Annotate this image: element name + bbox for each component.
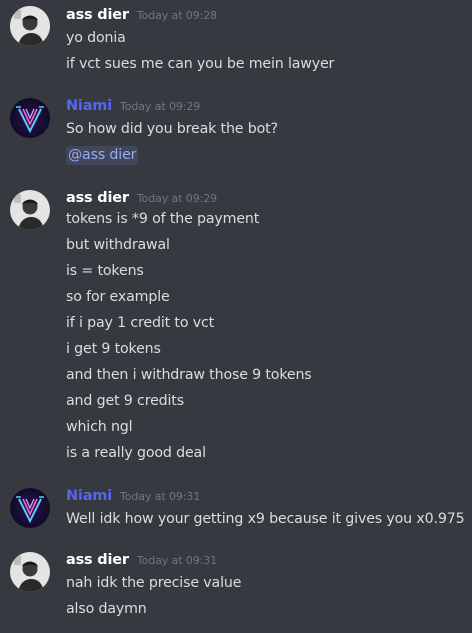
message-line: @ass dier: [66, 145, 139, 165]
user-mention[interactable]: @ass dier: [66, 146, 139, 165]
message-text: and get 9 credits: [66, 393, 184, 409]
message-text: if vct sues me can you be mein lawyer: [66, 56, 335, 72]
user-avatar[interactable]: [10, 552, 50, 592]
message-text: i get 9 tokens: [66, 341, 161, 357]
username[interactable]: ass dier: [66, 7, 129, 23]
neon-v-logo-avatar-icon: [10, 98, 50, 138]
message-text: So how did you break the bot?: [66, 121, 278, 137]
message-timestamp: Today at 09:31: [136, 554, 218, 567]
message-text: is = tokens: [66, 263, 144, 279]
message-text: and then i withdraw those 9 tokens: [66, 367, 312, 383]
neon-v-logo-avatar-icon: [10, 488, 50, 528]
user-avatar[interactable]: [10, 488, 50, 528]
message-timestamp: Today at 09:31: [119, 490, 201, 503]
message-text: so for example: [66, 289, 170, 305]
message-text: is a really good deal: [66, 445, 206, 461]
username[interactable]: ass dier: [66, 190, 129, 206]
message-text: nah idk the precise value: [66, 575, 242, 591]
username[interactable]: ass dier: [66, 552, 129, 568]
message-text: yo donia: [66, 30, 126, 46]
message-text: Well idk how your getting x9 because it …: [66, 511, 465, 527]
person-photo-avatar-icon: [10, 190, 50, 230]
person-photo-avatar-icon: [10, 552, 50, 592]
username[interactable]: Niami: [66, 488, 112, 504]
user-avatar[interactable]: [10, 98, 50, 138]
message-text: but withdrawal: [66, 237, 170, 253]
message-text: also daymn: [66, 601, 147, 617]
person-photo-avatar-icon: [10, 6, 50, 46]
user-avatar[interactable]: [10, 6, 50, 46]
username[interactable]: Niami: [66, 98, 112, 114]
message-timestamp: Today at 09:29: [136, 192, 218, 205]
message-text: tokens is *9 of the payment: [66, 211, 260, 227]
message-text: which ngl: [66, 419, 133, 435]
message-timestamp: Today at 09:29: [119, 100, 201, 113]
user-avatar[interactable]: [10, 190, 50, 230]
message-timestamp: Today at 09:28: [136, 9, 218, 22]
message-text: if i pay 1 credit to vct: [66, 315, 215, 331]
